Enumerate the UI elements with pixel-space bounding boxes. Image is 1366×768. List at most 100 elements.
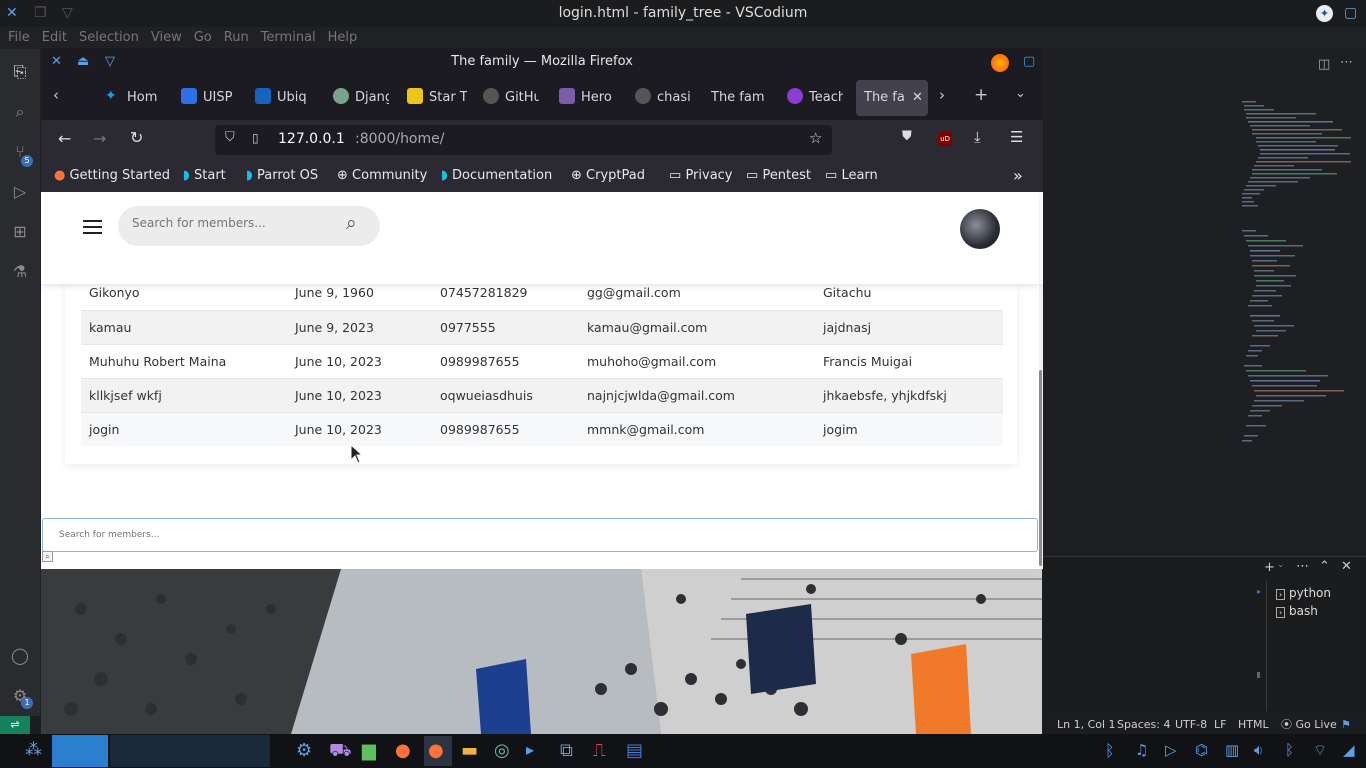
more-actions-icon[interactable]: ⋯	[1340, 55, 1353, 70]
tab-9[interactable]: Teach	[787, 82, 843, 114]
bookmark-folder-pentest[interactable]: ▭ Pentest	[746, 160, 811, 192]
tab-0[interactable]: ✦ Hom	[105, 82, 163, 114]
bottom-search-input[interactable]	[42, 518, 1038, 552]
workspace-others[interactable]	[110, 735, 270, 767]
vscodium-app-icon[interactable]: ⧉	[560, 740, 573, 761]
split-editor-icon[interactable]: ◫	[1318, 57, 1330, 72]
settings-app-icon[interactable]: ⚙	[296, 740, 312, 761]
tab-3[interactable]: Djang	[333, 82, 389, 114]
chromium-app-icon[interactable]: ◎	[494, 740, 510, 761]
cursor-position[interactable]: Ln 1, Col 1	[1057, 716, 1116, 734]
pdf-app-icon[interactable]: ⎍	[593, 740, 606, 761]
search-button-icon[interactable]: ⌕	[42, 551, 53, 562]
member-search-input[interactable]	[132, 216, 332, 230]
search-icon[interactable]: ⌕	[346, 212, 357, 234]
bookmark-cryptpad[interactable]: ⊕ CryptPad	[571, 160, 645, 192]
page-scrollbar-thumb[interactable]	[1039, 370, 1042, 566]
notification-bell-icon[interactable]: ♫	[1135, 741, 1148, 759]
language-mode[interactable]: HTML	[1238, 716, 1269, 734]
hamburger-menu-icon[interactable]	[83, 220, 102, 234]
table-row[interactable]: kamau June 9, 2023 0977555 kamau@gmail.com j…	[81, 310, 1003, 345]
list-all-tabs-icon[interactable]: ⌄	[1015, 86, 1026, 101]
bookmark-folder-learn[interactable]: ▭ Learn	[825, 160, 878, 192]
tab-5[interactable]: GitHu	[483, 82, 539, 114]
terminal-scroll[interactable]	[1257, 672, 1260, 678]
terminal-app-icon[interactable]: ▸	[526, 740, 534, 759]
tab-8[interactable]: The fam	[711, 82, 767, 114]
bookmark-getting-started[interactable]: ● Getting Started	[54, 160, 170, 192]
firefox-app-icon[interactable]: ●	[395, 740, 411, 761]
bookmark-documentation[interactable]: ◗ Documentation	[441, 160, 552, 192]
new-tab-icon[interactable]: +	[974, 85, 988, 105]
member-search[interactable]: ⌕	[118, 206, 380, 246]
bluetooth-icon[interactable]: ᛒ	[1105, 741, 1115, 760]
notifications-icon[interactable]: ⚑	[1341, 716, 1351, 734]
pocket-icon[interactable]: ⛊	[902, 129, 912, 144]
menu-edit[interactable]: Edit	[42, 27, 67, 49]
extensions-icon[interactable]: ⊞	[10, 222, 30, 242]
menu-go[interactable]: Go	[194, 27, 212, 49]
terminal-item-python[interactable]: › python	[1276, 586, 1331, 600]
remote-indicator-icon[interactable]: ⇌	[0, 716, 30, 734]
app-menu-icon[interactable]: ☰	[1010, 128, 1023, 146]
menu-help[interactable]: Help	[328, 27, 358, 49]
window-maximize-icon[interactable]: ▢	[1344, 0, 1357, 27]
bookmarks-overflow-icon[interactable]: »	[1013, 160, 1023, 192]
bluetooth-tray-icon[interactable]: ᛒ	[1285, 741, 1294, 759]
testing-icon[interactable]: ⚗	[10, 262, 30, 282]
url-bar[interactable]: ⛉ ▯ 127.0.0.1 :8000/home/ ☆	[215, 125, 832, 155]
menu-selection[interactable]: Selection	[79, 27, 139, 49]
files-app-icon[interactable]: ▆	[362, 740, 376, 761]
menu-view[interactable]: View	[151, 27, 182, 49]
writer-app-icon[interactable]: ▤	[626, 740, 643, 761]
terminal-item-bash[interactable]: › bash	[1276, 604, 1318, 618]
workspace-1[interactable]	[52, 735, 108, 767]
user-avatar[interactable]	[960, 209, 1000, 249]
tab-4[interactable]: Star T	[407, 82, 467, 114]
new-terminal-icon[interactable]: +	[1264, 560, 1275, 575]
clipboard-icon[interactable]: ▥	[1225, 741, 1239, 759]
panel-more-icon[interactable]: ⋯	[1296, 559, 1309, 574]
run-debug-icon[interactable]: ▷	[10, 182, 30, 202]
media-play-icon[interactable]: ▷	[1165, 741, 1177, 759]
tabs-scroll-right-icon[interactable]: ›	[939, 86, 945, 104]
back-icon[interactable]: ←	[58, 129, 71, 148]
network-manager-icon[interactable]: ⌬	[1195, 741, 1208, 759]
table-row[interactable]: jogin June 10, 2023 0989987655 mmnk@gmail.c…	[81, 412, 1003, 446]
close-panel-icon[interactable]: ✕	[1341, 559, 1352, 574]
firefox-active-app-icon[interactable]: ●	[428, 740, 444, 761]
menu-run[interactable]: Run	[224, 27, 249, 49]
accounts-icon[interactable]: ◯	[10, 646, 30, 666]
bookmark-community[interactable]: ⊕ Community	[337, 160, 427, 192]
folder-app-icon[interactable]: ▬	[461, 740, 478, 761]
search-icon[interactable]: ⌕	[10, 102, 30, 122]
cellular-icon[interactable]: ◢	[1343, 741, 1355, 759]
bookmark-parrot-os[interactable]: ◗ Parrot OS	[246, 160, 318, 192]
tabs-scroll-left-icon[interactable]: ‹	[53, 86, 59, 104]
tab-6[interactable]: Hero	[559, 82, 615, 114]
bookmark-folder-privacy[interactable]: ▭ Privacy	[669, 160, 733, 192]
app-launcher-icon[interactable]: ⁂	[25, 740, 42, 760]
wifi-icon[interactable]: ⌔	[1313, 741, 1327, 760]
terminal-dropdown-icon[interactable]: ⌄	[1277, 560, 1285, 570]
explorer-icon[interactable]: ⎘	[10, 62, 30, 82]
bookmark-start[interactable]: ◗ Start	[183, 160, 226, 192]
maximize-panel-icon[interactable]: ⌃	[1319, 559, 1330, 574]
minimap[interactable]	[1238, 95, 1358, 455]
ublock-icon[interactable]: uD	[938, 132, 952, 146]
tab-active[interactable]: The fa ✕	[856, 80, 928, 116]
close-tab-icon[interactable]: ✕	[912, 80, 923, 116]
forward-icon[interactable]: →	[93, 129, 106, 148]
store-app-icon[interactable]: ⛟	[329, 740, 352, 764]
reload-icon[interactable]: ↻	[130, 128, 143, 147]
menu-terminal[interactable]: Terminal	[261, 27, 316, 49]
go-live-button[interactable]: ⦿ Go Live	[1281, 716, 1337, 734]
table-row[interactable]: kllkjsef wkfj June 10, 2023 oqwueiasdhuis n…	[81, 378, 1003, 413]
tab-2[interactable]: Ubiq	[255, 82, 311, 114]
volume-icon[interactable]: 🔉︎	[1254, 741, 1263, 759]
downloads-icon[interactable]: ⤓	[974, 128, 981, 146]
encoding[interactable]: UTF-8	[1175, 716, 1207, 734]
tab-7[interactable]: chasi	[635, 82, 691, 114]
line-ending[interactable]: LF	[1214, 716, 1226, 734]
indentation[interactable]: Spaces: 4	[1117, 716, 1170, 734]
